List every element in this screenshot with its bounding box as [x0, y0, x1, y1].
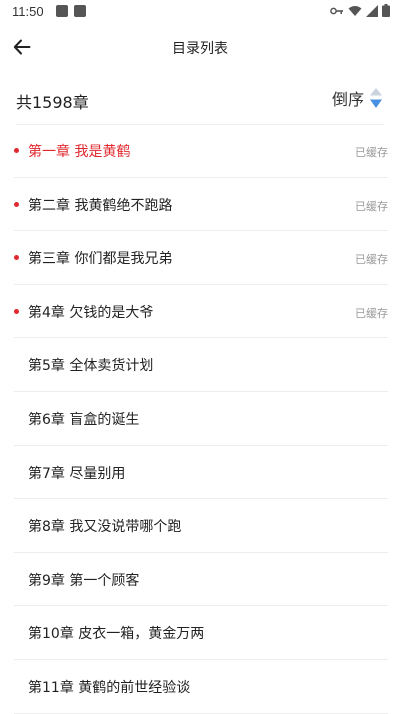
chapter-item[interactable]: 第7章 尽量别用 [14, 446, 388, 500]
battery-icon [382, 4, 390, 17]
page-title: 目录列表 [172, 41, 228, 57]
chapter-title: 第10章 皮衣一箱，黄金万两 [28, 626, 205, 643]
app-bar: 目录列表 [0, 24, 400, 70]
chapter-item[interactable]: 第三章 你们都是我兄弟 已缓存 [14, 231, 388, 285]
chapter-title: 第6章 盲盒的诞生 [28, 411, 140, 428]
unread-dot-icon [14, 255, 19, 261]
chapter-title: 第8章 我又没说带哪个跑 [28, 519, 182, 536]
chapter-title: 第5章 全体卖货计划 [28, 358, 154, 375]
sort-toggle-button[interactable]: 倒序 [332, 84, 384, 112]
chapter-title: 第三章 你们都是我兄弟 [28, 251, 173, 268]
chapter-title: 第7章 尽量别用 [28, 465, 126, 482]
sort-label: 倒序 [331, 90, 364, 109]
unread-dot-icon [14, 308, 19, 314]
key-icon [330, 7, 343, 14]
status-time: 11:50 [12, 4, 44, 19]
status-icons [330, 4, 390, 17]
notification-icon [74, 5, 86, 17]
chapter-item[interactable]: 第8章 我又没说带哪个跑 [14, 499, 388, 553]
chapter-summary: 共1598章 倒序 [16, 72, 384, 125]
chapter-item[interactable]: 第4章 欠钱的是大爷 已缓存 [14, 285, 388, 339]
chapter-item[interactable]: 第6章 盲盒的诞生 [14, 392, 388, 446]
cache-status-label: 已缓存 [355, 146, 388, 159]
chapter-title: 第9章 第一个顾客 [28, 572, 140, 589]
cache-status-label: 已缓存 [355, 199, 388, 213]
total-chapter-count: 共1598章 [16, 93, 89, 112]
chapter-item[interactable]: 第二章 我黄鹤绝不跑路 已缓存 [14, 178, 388, 232]
chapter-title: 第二章 我黄鹤绝不跑路 [28, 197, 173, 214]
wifi-icon [348, 5, 362, 16]
notification-icon [56, 5, 68, 17]
signal-icon [366, 4, 378, 17]
status-bar: 11:50 [0, 0, 400, 24]
chapter-list: 第一章 我是黄鹤 已缓存 第二章 我黄鹤绝不跑路 已缓存 第三章 你们都是我兄弟 已缓存第… [14, 124, 388, 714]
chapter-item[interactable]: 第9章 第一个顾客 [14, 553, 388, 607]
sort-arrows-icon [370, 88, 382, 108]
chapter-item[interactable]: 第一章 我是黄鹤 已缓存 [14, 124, 388, 178]
unread-dot-icon [14, 148, 19, 153]
chapter-title: 第一章 我是黄鹤 [28, 144, 131, 160]
chapter-item[interactable]: 第10章 皮衣一箱，黄金万两 [14, 606, 388, 660]
chapter-item[interactable]: 第5章 全体卖货计划 [14, 338, 388, 392]
chapter-title: 第4章 欠钱的是大爷 [28, 304, 154, 321]
unread-dot-icon [14, 201, 19, 207]
chapter-item[interactable]: 第11章 黄鹤的前世经验谈 [14, 660, 388, 714]
cache-status-label: 已缓存 [355, 306, 388, 320]
chapter-title: 第11章 黄鹤的前世经验谈 [28, 679, 191, 696]
cache-status-label: 已缓存 [355, 253, 388, 267]
